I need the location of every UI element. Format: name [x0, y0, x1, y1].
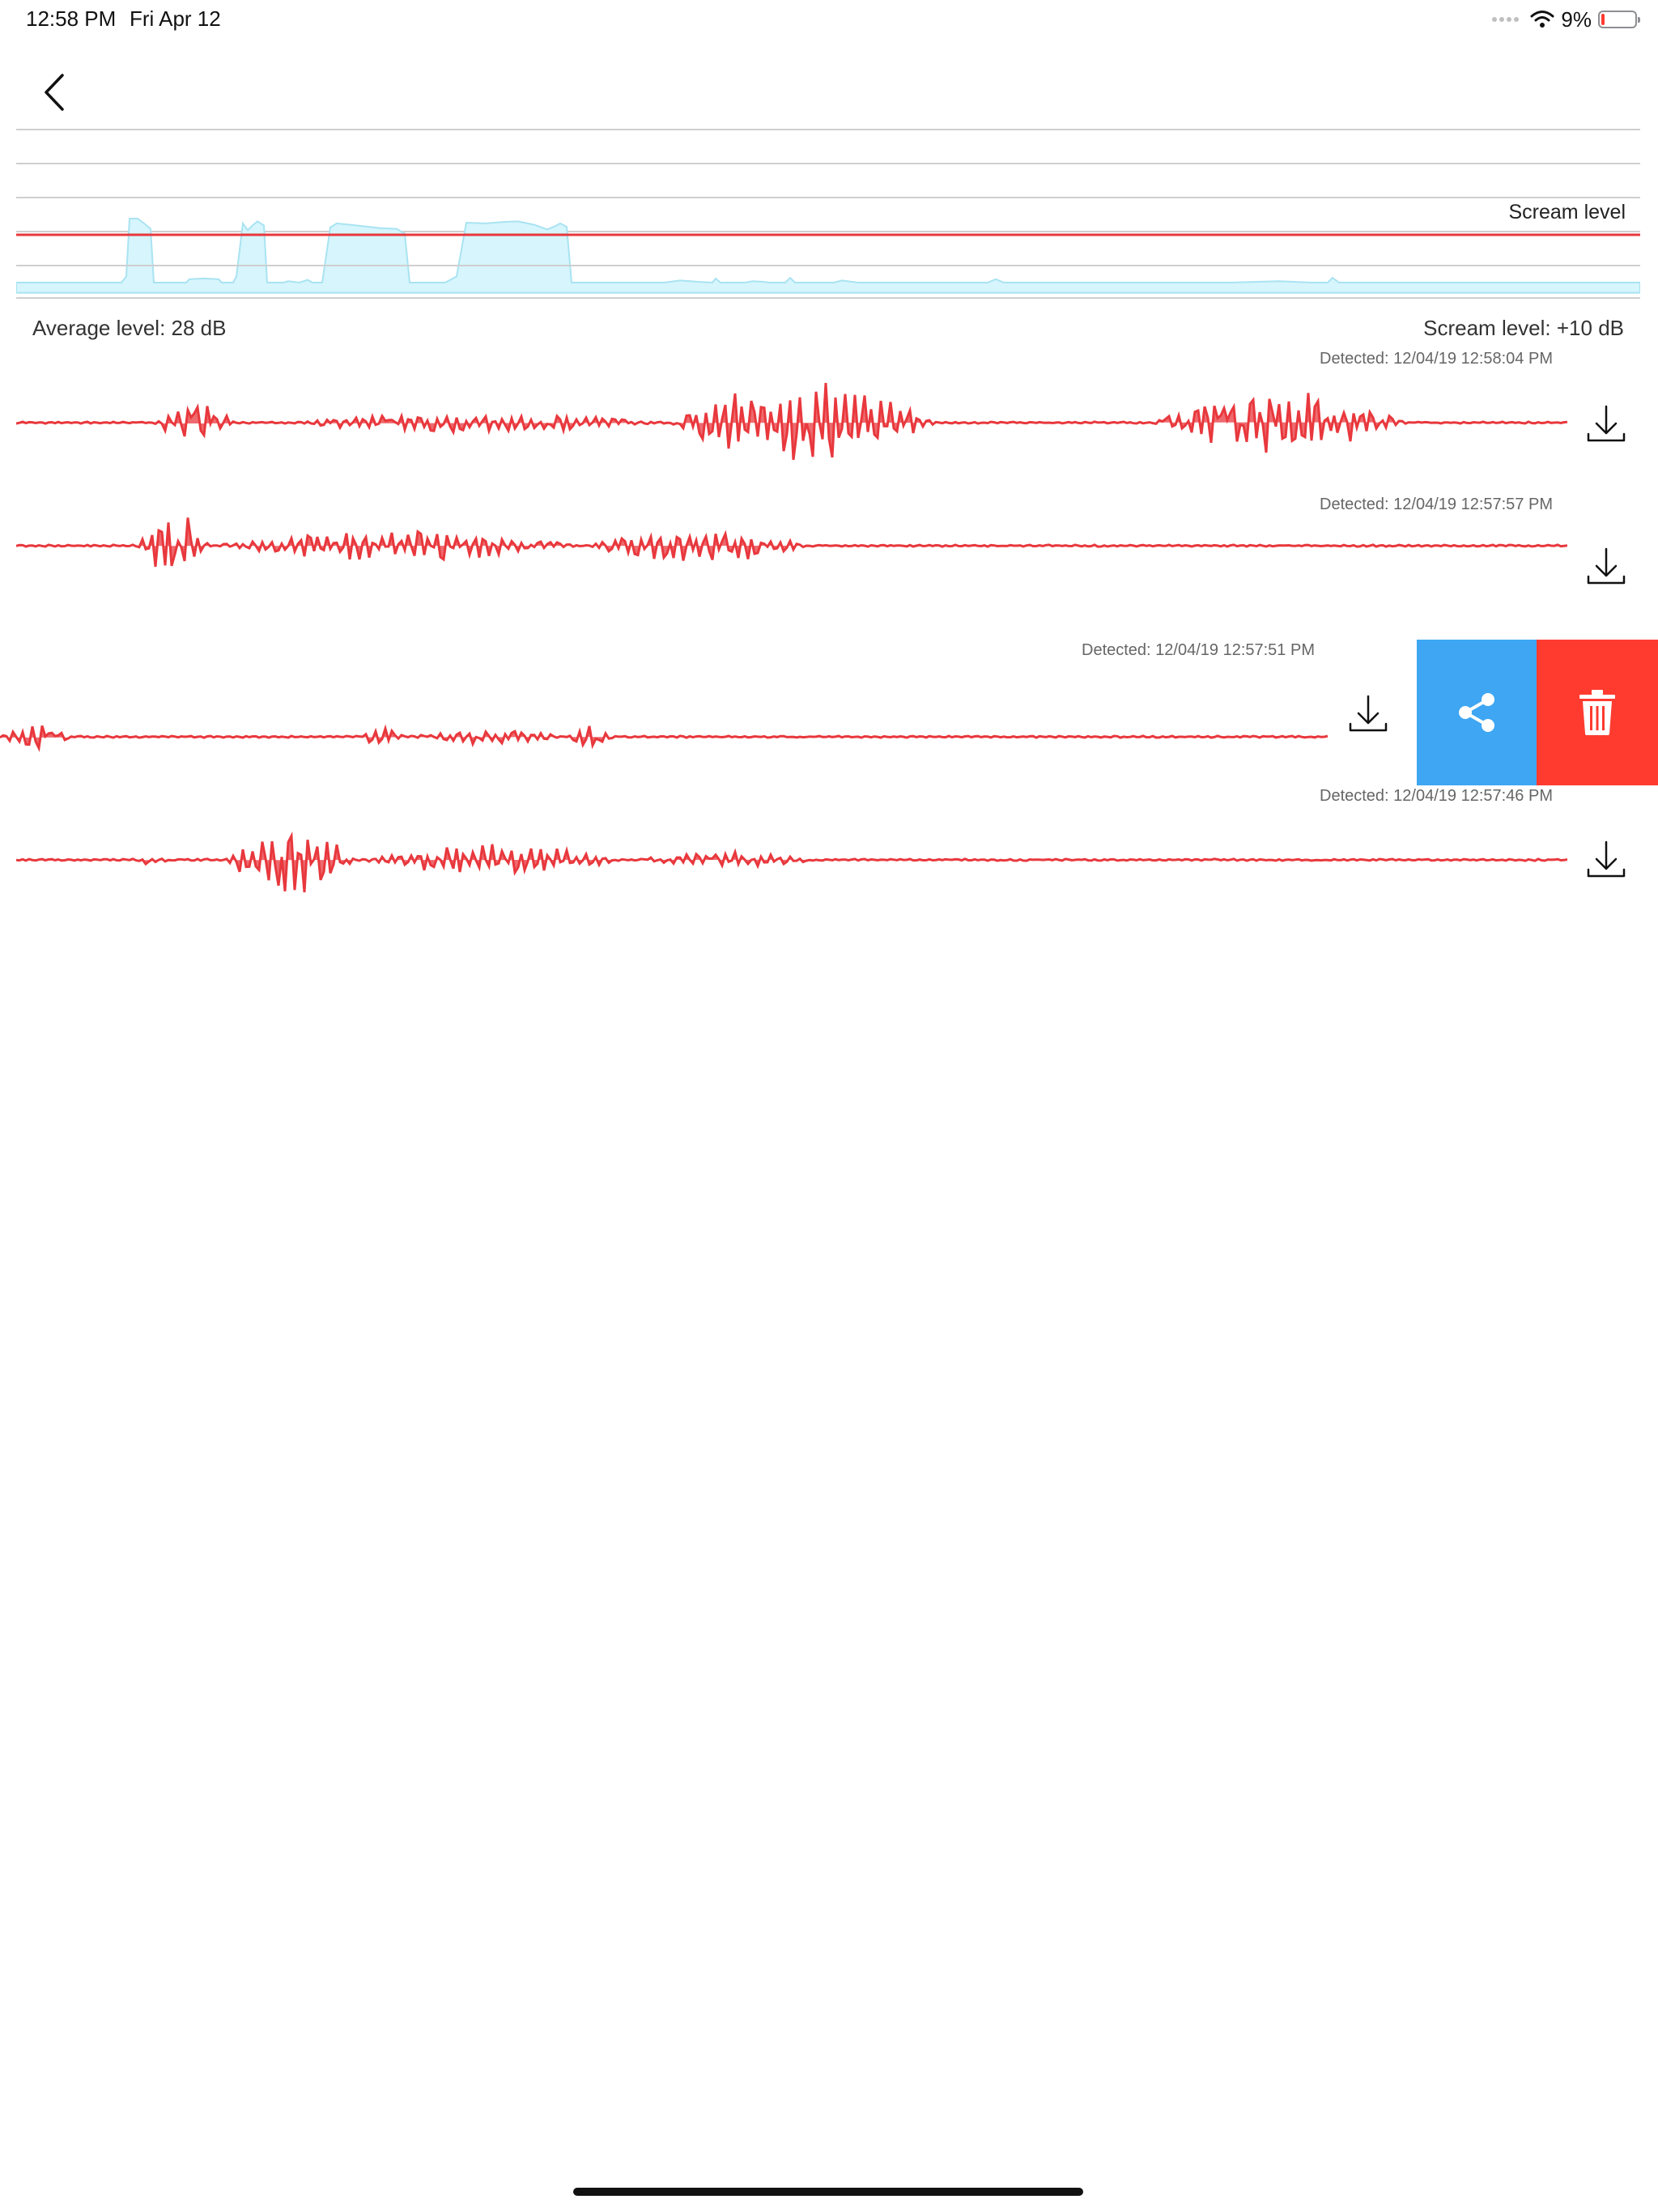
download-icon — [1587, 840, 1626, 878]
recording-waveform[interactable] — [16, 502, 1567, 615]
download-button[interactable] — [1584, 837, 1629, 883]
recording-waveform[interactable] — [16, 793, 1567, 915]
status-indicators: 9% — [1492, 6, 1640, 32]
scream-level-value: Scream level: +10 dB — [1423, 316, 1624, 340]
share-icon — [1459, 693, 1494, 732]
battery-fill — [1601, 14, 1605, 25]
waveform-path — [16, 831, 1567, 893]
status-date: Fri Apr 12 — [130, 6, 221, 31]
waveform-path — [16, 382, 1567, 461]
back-button[interactable] — [32, 68, 74, 117]
download-icon — [1587, 547, 1626, 585]
wifi-icon — [1530, 11, 1554, 28]
download-button[interactable] — [1584, 402, 1629, 447]
battery-percent: 9% — [1561, 6, 1592, 32]
chevron-left-icon — [45, 74, 64, 111]
level-area — [16, 218, 1640, 294]
trash-icon — [1579, 690, 1615, 735]
waveform-path — [0, 724, 1329, 752]
status-bar: 12:58 PM Fri Apr 12 9% — [0, 0, 1658, 37]
level-overview-chart — [16, 129, 1640, 299]
download-icon — [1349, 695, 1388, 732]
download-icon — [1587, 405, 1626, 442]
battery-cap — [1638, 17, 1640, 23]
cellular-dots-icon — [1492, 17, 1520, 22]
share-button[interactable] — [1417, 640, 1537, 785]
battery-icon — [1598, 11, 1640, 28]
delete-button[interactable] — [1537, 640, 1658, 785]
download-button[interactable] — [1346, 691, 1391, 737]
home-indicator[interactable] — [573, 2188, 1083, 2196]
status-time: 12:58 PM — [26, 6, 117, 31]
scream-level-label: Scream level — [1508, 201, 1626, 223]
recording-detected-time: Detected: 12/04/19 12:57:51 PM — [1082, 641, 1315, 659]
recording-waveform[interactable] — [0, 696, 1329, 769]
download-button[interactable] — [1584, 544, 1629, 589]
waveform-path — [16, 517, 1567, 568]
recording-waveform[interactable] — [16, 356, 1567, 486]
average-level: Average level: 28 dB — [32, 316, 227, 340]
